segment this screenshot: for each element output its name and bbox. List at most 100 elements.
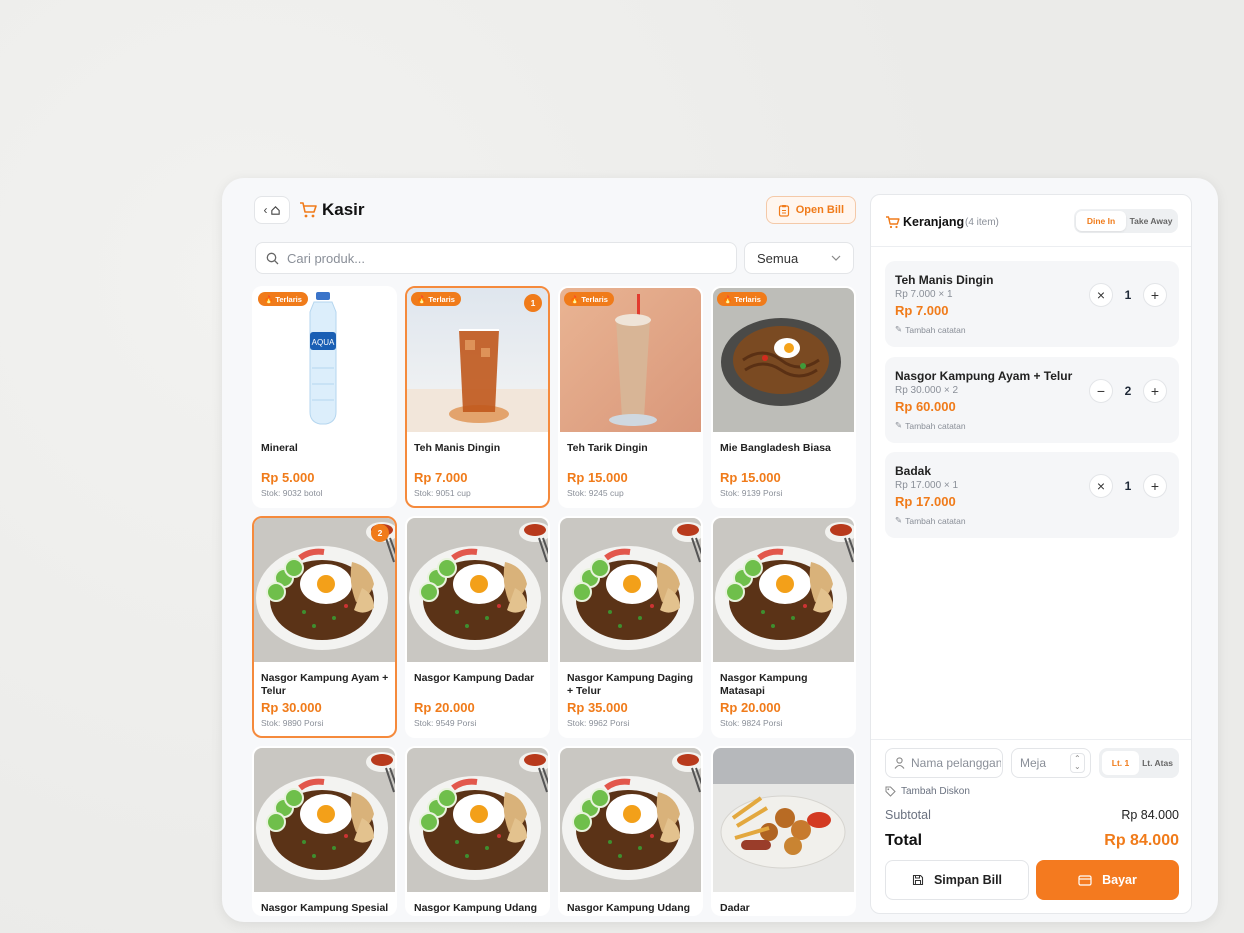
cart-item: Teh Manis Dingin Rp 7.000 × 1 Rp 7.000 ✎…: [885, 261, 1179, 347]
order-type-toggle: Dine In Take Away: [1074, 209, 1178, 233]
qty-value: 1: [1124, 479, 1132, 493]
take-away-option[interactable]: Take Away: [1126, 211, 1176, 231]
product-card[interactable]: Dadar: [711, 746, 856, 916]
add-note-link[interactable]: ✎ Tambah catatan: [895, 515, 966, 526]
table-number-input[interactable]: [1020, 756, 1064, 770]
cart-item-unit: Rp 7.000 × 1: [895, 289, 953, 300]
search-icon: [266, 252, 279, 264]
product-card[interactable]: 🔥 Terlaris 1 Teh Manis Dingin Rp 7.000 St…: [405, 286, 550, 508]
save-bill-button[interactable]: Simpan Bill: [885, 860, 1029, 900]
checkout-footer: ⌃⌄ Lt. 1 Lt. Atas Tambah Diskon Subtotal…: [871, 739, 1191, 915]
cart-item-count: (4 item): [965, 217, 999, 228]
floor-option-1[interactable]: Lt. 1: [1102, 751, 1139, 775]
product-card[interactable]: 🔥 Terlaris Teh Tarik Dingin Rp 15.000 Sto…: [558, 286, 703, 508]
product-card[interactable]: Nasgor Kampung Dadar Rp 20.000 Stok: 954…: [405, 516, 550, 738]
subtotal-label: Subtotal: [885, 808, 931, 822]
increase-qty-button[interactable]: +: [1143, 379, 1167, 403]
plus-icon: +: [1150, 287, 1160, 303]
add-note-label: Tambah catatan: [905, 420, 966, 431]
bestseller-badge: 🔥 Terlaris: [564, 292, 614, 306]
qty-value: 2: [1124, 384, 1132, 398]
fire-icon: 🔥: [264, 294, 274, 304]
cart-item-name: Nasgor Kampung Ayam + Telur: [895, 369, 1073, 383]
product-stock: Stok: 9549 Porsi: [414, 718, 477, 728]
plus-icon: +: [1150, 478, 1160, 494]
add-note-label: Tambah catatan: [905, 515, 966, 526]
total-row: Total Rp 84.000: [885, 832, 1179, 850]
customer-name-input[interactable]: [911, 756, 1001, 770]
product-card[interactable]: Nasgor Kampung Udang +: [405, 746, 550, 916]
cart-qty-badge: 1: [524, 294, 542, 312]
cart-header: Keranjang (4 item) Dine In Take Away: [871, 195, 1191, 247]
dine-in-option[interactable]: Dine In: [1076, 211, 1126, 231]
remove-item-button[interactable]: ×: [1089, 474, 1113, 498]
add-note-link[interactable]: ✎ Tambah catatan: [895, 420, 966, 431]
cart-item-unit: Rp 30.000 × 2: [895, 385, 959, 396]
cart-icon: [300, 202, 317, 218]
product-card[interactable]: 🔥 Terlaris Mie Bangladesh Biasa Rp 15.000…: [711, 286, 856, 508]
open-bill-button[interactable]: Open Bill: [765, 196, 856, 224]
bestseller-label: Terlaris: [428, 294, 455, 304]
pencil-icon: ✎: [895, 324, 903, 334]
product-stock: Stok: 9245 cup: [567, 488, 624, 498]
product-name: Nasgor Kampung Daging + Telur: [567, 672, 694, 697]
product-stock: Stok: 9824 Porsi: [720, 718, 783, 728]
back-home-button[interactable]: ‹: [254, 196, 290, 224]
floor-option-upper[interactable]: Lt. Atas: [1139, 751, 1176, 775]
top-bar: ‹ Kasir Open Bill: [254, 196, 856, 224]
decrease-qty-button[interactable]: −: [1089, 379, 1113, 403]
bestseller-label: Terlaris: [734, 294, 761, 304]
pay-label: Bayar: [1102, 873, 1137, 887]
add-discount-link[interactable]: Tambah Diskon: [885, 786, 970, 797]
product-name: Nasgor Kampung Dadar: [414, 672, 535, 684]
product-name: Teh Tarik Dingin: [567, 442, 648, 454]
credit-card-icon: [1078, 874, 1092, 886]
product-grid: AQUA 🔥 Terlaris Mineral Rp 5.000 Stok: 90…: [252, 286, 857, 916]
qty-stepper: − 2 +: [1089, 379, 1167, 403]
bestseller-label: Terlaris: [275, 294, 302, 304]
plus-icon: +: [1150, 383, 1160, 399]
product-card[interactable]: AQUA 🔥 Terlaris Mineral Rp 5.000 Stok: 90…: [252, 286, 397, 508]
cart-icon: [886, 216, 900, 229]
subtotal-row: Subtotal Rp 84.000: [885, 808, 1179, 822]
tag-icon: [885, 786, 896, 797]
product-name: Nasgor Kampung Udang +: [414, 902, 538, 914]
home-icon: [270, 205, 280, 215]
pay-button[interactable]: Bayar: [1036, 860, 1179, 900]
product-stock: Stok: 9139 Porsi: [720, 488, 783, 498]
product-card[interactable]: 2 Nasgor Kampung Ayam + Telur Rp 30.000 …: [252, 516, 397, 738]
add-discount-label: Tambah Diskon: [901, 786, 970, 797]
product-card[interactable]: Nasgor Kampung Matasapi Rp 20.000 Stok: …: [711, 516, 856, 738]
fire-icon: 🔥: [570, 294, 580, 304]
product-card[interactable]: Nasgor Kampung Udang +: [558, 746, 703, 916]
product-price: Rp 5.000: [261, 470, 315, 485]
fire-icon: 🔥: [417, 294, 427, 304]
remove-item-button[interactable]: ×: [1089, 283, 1113, 307]
product-name: Mineral: [261, 442, 298, 454]
search-input[interactable]: [287, 250, 707, 266]
product-card[interactable]: Nasgor Kampung Daging + Telur Rp 35.000 …: [558, 516, 703, 738]
subtotal-value: Rp 84.000: [1121, 808, 1179, 822]
search-bar: [255, 242, 737, 274]
product-stock: Stok: 9890 Porsi: [261, 718, 324, 728]
table-field: ⌃⌄: [1011, 748, 1091, 778]
product-stock: Stok: 9962 Porsi: [567, 718, 630, 728]
increase-qty-button[interactable]: +: [1143, 283, 1167, 307]
product-price: Rp 15.000: [567, 470, 628, 485]
stepper-arrows-icon[interactable]: ⌃ ⌄: [1070, 753, 1085, 773]
product-price: Rp 30.000: [261, 700, 322, 715]
chevron-left-icon: ‹: [263, 203, 268, 217]
product-price: Rp 20.000: [720, 700, 781, 715]
increase-qty-button[interactable]: +: [1143, 474, 1167, 498]
product-image-teh-tarik: [560, 288, 701, 432]
category-select[interactable]: Semua: [744, 242, 854, 274]
bestseller-badge: 🔥 Terlaris: [717, 292, 767, 306]
clipboard-icon: [778, 204, 789, 217]
product-name: Nasgor Kampung Ayam + Telur: [261, 672, 389, 697]
product-name: Nasgor Kampung Spesial: [261, 902, 389, 914]
product-price: Rp 15.000: [720, 470, 781, 485]
product-card[interactable]: Nasgor Kampung Spesial: [252, 746, 397, 916]
add-note-link[interactable]: ✎ Tambah catatan: [895, 324, 966, 335]
cart-item-total: Rp 7.000: [895, 303, 949, 318]
bestseller-badge: 🔥 Terlaris: [411, 292, 461, 306]
